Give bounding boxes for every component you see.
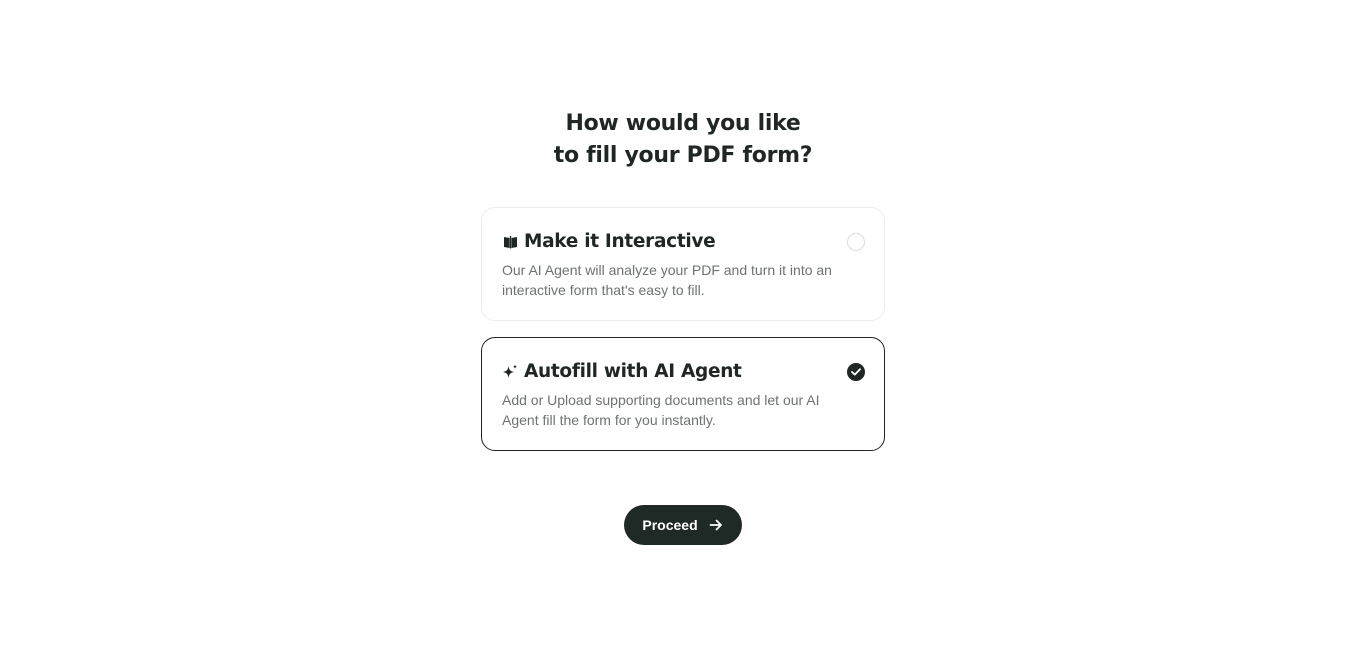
option-title: Autofill with AI Agent bbox=[524, 361, 742, 382]
option-autofill-ai[interactable]: Autofill with AI Agent Add or Upload sup… bbox=[481, 337, 885, 451]
proceed-label: Proceed bbox=[642, 517, 698, 533]
radio-unchecked[interactable] bbox=[847, 233, 865, 251]
option-title: Make it Interactive bbox=[524, 231, 716, 252]
page-title-line-2: to fill your PDF form? bbox=[553, 143, 813, 168]
option-make-interactive[interactable]: Make it Interactive Our AI Agent will an… bbox=[481, 207, 885, 321]
proceed-button[interactable]: Proceed bbox=[624, 505, 742, 545]
book-icon bbox=[502, 234, 518, 250]
option-description: Add or Upload supporting documents and l… bbox=[502, 392, 820, 428]
radio-checked[interactable] bbox=[847, 363, 865, 381]
check-icon bbox=[851, 368, 861, 376]
page-title-line-1: How would you like bbox=[565, 111, 801, 136]
option-title-row: Make it Interactive bbox=[502, 230, 716, 254]
option-title-row: Autofill with AI Agent bbox=[502, 360, 742, 384]
fill-method-page: How would you like to fill your PDF form… bbox=[0, 0, 1366, 653]
page-title: How would you like to fill your PDF form… bbox=[0, 108, 1366, 172]
arrow-right-icon bbox=[708, 517, 724, 533]
sparkle-icon bbox=[502, 364, 518, 380]
option-description: Our AI Agent will analyze your PDF and t… bbox=[502, 262, 832, 298]
